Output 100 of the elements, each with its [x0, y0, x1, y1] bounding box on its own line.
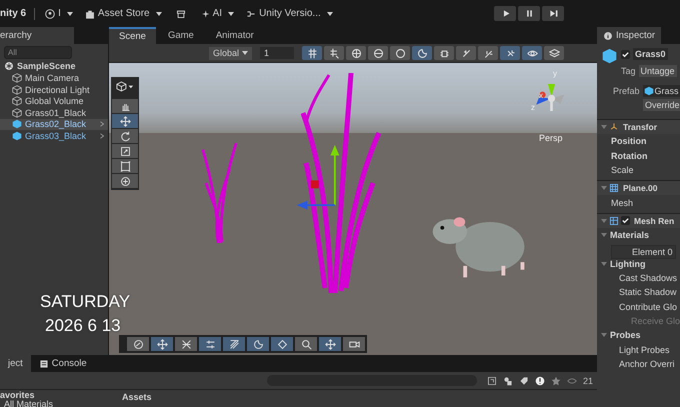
grid-size-field[interactable]: 1 [260, 47, 294, 59]
checkmark-icon [621, 216, 630, 226]
archive-icon[interactable] [176, 8, 186, 18]
filter-icon[interactable] [486, 376, 497, 386]
project-tab[interactable]: ject [0, 355, 31, 372]
prefab-field[interactable]: Grass [642, 85, 680, 97]
branch-icon [246, 8, 256, 18]
tag-icon[interactable] [518, 376, 529, 386]
orbit-overlay-button[interactable] [127, 337, 149, 351]
prefab-cube-icon [12, 119, 22, 130]
points-overlay-button[interactable] [271, 337, 293, 351]
grid-toggle[interactable] [302, 46, 322, 60]
step-button[interactable] [542, 6, 564, 21]
wire-icon [350, 48, 362, 58]
move-overlay-button[interactable] [151, 337, 173, 351]
hierarchy-item[interactable]: Global Volume [0, 96, 108, 107]
shaded-toggle[interactable] [390, 46, 410, 60]
projection-label[interactable]: Persp [539, 133, 563, 143]
property-label: Position [611, 136, 646, 146]
tag-label: Tag [621, 66, 636, 76]
layers-toggle[interactable] [544, 46, 564, 60]
hierarchy-item[interactable]: Grass01_Black [0, 107, 108, 118]
transform-component-icon [609, 122, 619, 132]
audio-toggle[interactable] [456, 46, 476, 60]
hatch-overlay-button[interactable] [223, 337, 245, 351]
gizmo-toggle[interactable] [500, 46, 520, 60]
eye-icon[interactable] [566, 376, 577, 386]
asset-store-menu[interactable]: Asset Store [82, 8, 164, 19]
app-title: nity 6 [0, 8, 26, 19]
tag-dropdown[interactable]: Untagge [638, 65, 677, 77]
lit-toggle[interactable] [412, 46, 432, 60]
pause-button[interactable] [518, 6, 540, 21]
wire-toggle[interactable] [346, 46, 366, 60]
favorites-item[interactable]: All Materials [0, 400, 110, 407]
step-icon [548, 8, 558, 19]
visible-count: 21 [582, 376, 593, 386]
inspector-tab[interactable]: Inspector [597, 27, 662, 44]
camera-icon [348, 338, 360, 350]
scale-icon [120, 146, 130, 156]
points-icon [276, 338, 288, 350]
lit-overlay-button[interactable] [247, 337, 269, 351]
debug-icon [438, 48, 450, 58]
hierarchy-item[interactable]: Main Camera [0, 72, 108, 84]
rotate-tool[interactable] [112, 129, 138, 143]
snap-toggle[interactable] [324, 46, 344, 60]
console-tab[interactable]: Console [30, 355, 95, 372]
move-icon [324, 338, 336, 350]
ai-menu[interactable]: AI [198, 8, 236, 19]
move-icon [156, 338, 168, 350]
assets-heading: Assets [121, 391, 152, 404]
sliders-icon [204, 338, 216, 350]
scene-view-tab[interactable]: Game [158, 27, 204, 44]
eye-toggle[interactable] [522, 46, 542, 60]
play-button[interactable] [494, 6, 516, 21]
fx-toggle[interactable] [478, 46, 498, 60]
move-overlay-button[interactable] [319, 337, 341, 351]
cube-outline-icon [12, 73, 22, 84]
component-enabled-checkbox[interactable] [621, 216, 630, 226]
section-heading[interactable]: Lighting [610, 258, 646, 269]
hierarchy-item[interactable]: Grass02_Black [0, 118, 108, 130]
type-icon[interactable] [502, 376, 513, 386]
debug-toggle[interactable] [434, 46, 454, 60]
scene-view-tab[interactable]: Scene [109, 27, 156, 44]
material-element[interactable]: Element 0 [611, 244, 676, 259]
transform-tool[interactable] [112, 174, 138, 188]
property-label: Static Shadow [618, 287, 677, 298]
camera-overlay-button[interactable] [343, 337, 365, 351]
star-icon[interactable] [550, 376, 561, 386]
sliders-overlay-button[interactable] [199, 337, 221, 351]
account-icon [45, 8, 56, 18]
renderer-component-icon [609, 216, 619, 226]
section-heading[interactable]: Probes [610, 330, 641, 340]
scene-name[interactable]: SampleScene [17, 60, 76, 71]
mesh-component-icon [609, 183, 619, 194]
rect-tool[interactable] [112, 159, 138, 173]
overrides-dropdown[interactable]: Override [643, 99, 680, 111]
account-menu[interactable]: I [43, 8, 75, 19]
search-overlay-button[interactable] [295, 337, 317, 351]
pivot-dropdown[interactable]: Global [209, 46, 252, 60]
scene-view-tab[interactable]: Animator [206, 27, 264, 44]
cross-overlay-button[interactable] [175, 337, 197, 351]
lit-icon [416, 48, 428, 58]
search-icon [300, 338, 312, 350]
hierarchy-item[interactable]: Grass03_Black [0, 130, 108, 142]
hierarchy-item[interactable]: Directional Light [0, 84, 108, 96]
move-tool[interactable] [112, 114, 138, 128]
hierarchy-tab[interactable]: erarchy [0, 27, 74, 44]
property-label: Mesh [611, 198, 634, 208]
cube-outline-icon [12, 96, 22, 106]
hand-tool[interactable] [112, 99, 138, 113]
version-control-menu[interactable]: Unity Versio... [244, 8, 335, 19]
warning-icon[interactable] [534, 376, 545, 386]
cube-dropdown-icon[interactable] [116, 81, 134, 92]
favorites-heading[interactable]: avorites [0, 390, 110, 400]
section-heading[interactable]: Materials [610, 230, 650, 240]
scale-tool[interactable] [112, 144, 138, 158]
shaded-wire-toggle[interactable] [368, 46, 388, 60]
object-name-field[interactable]: Grass0 [633, 48, 668, 60]
active-checkbox[interactable] [621, 50, 630, 58]
info-icon [603, 30, 613, 40]
